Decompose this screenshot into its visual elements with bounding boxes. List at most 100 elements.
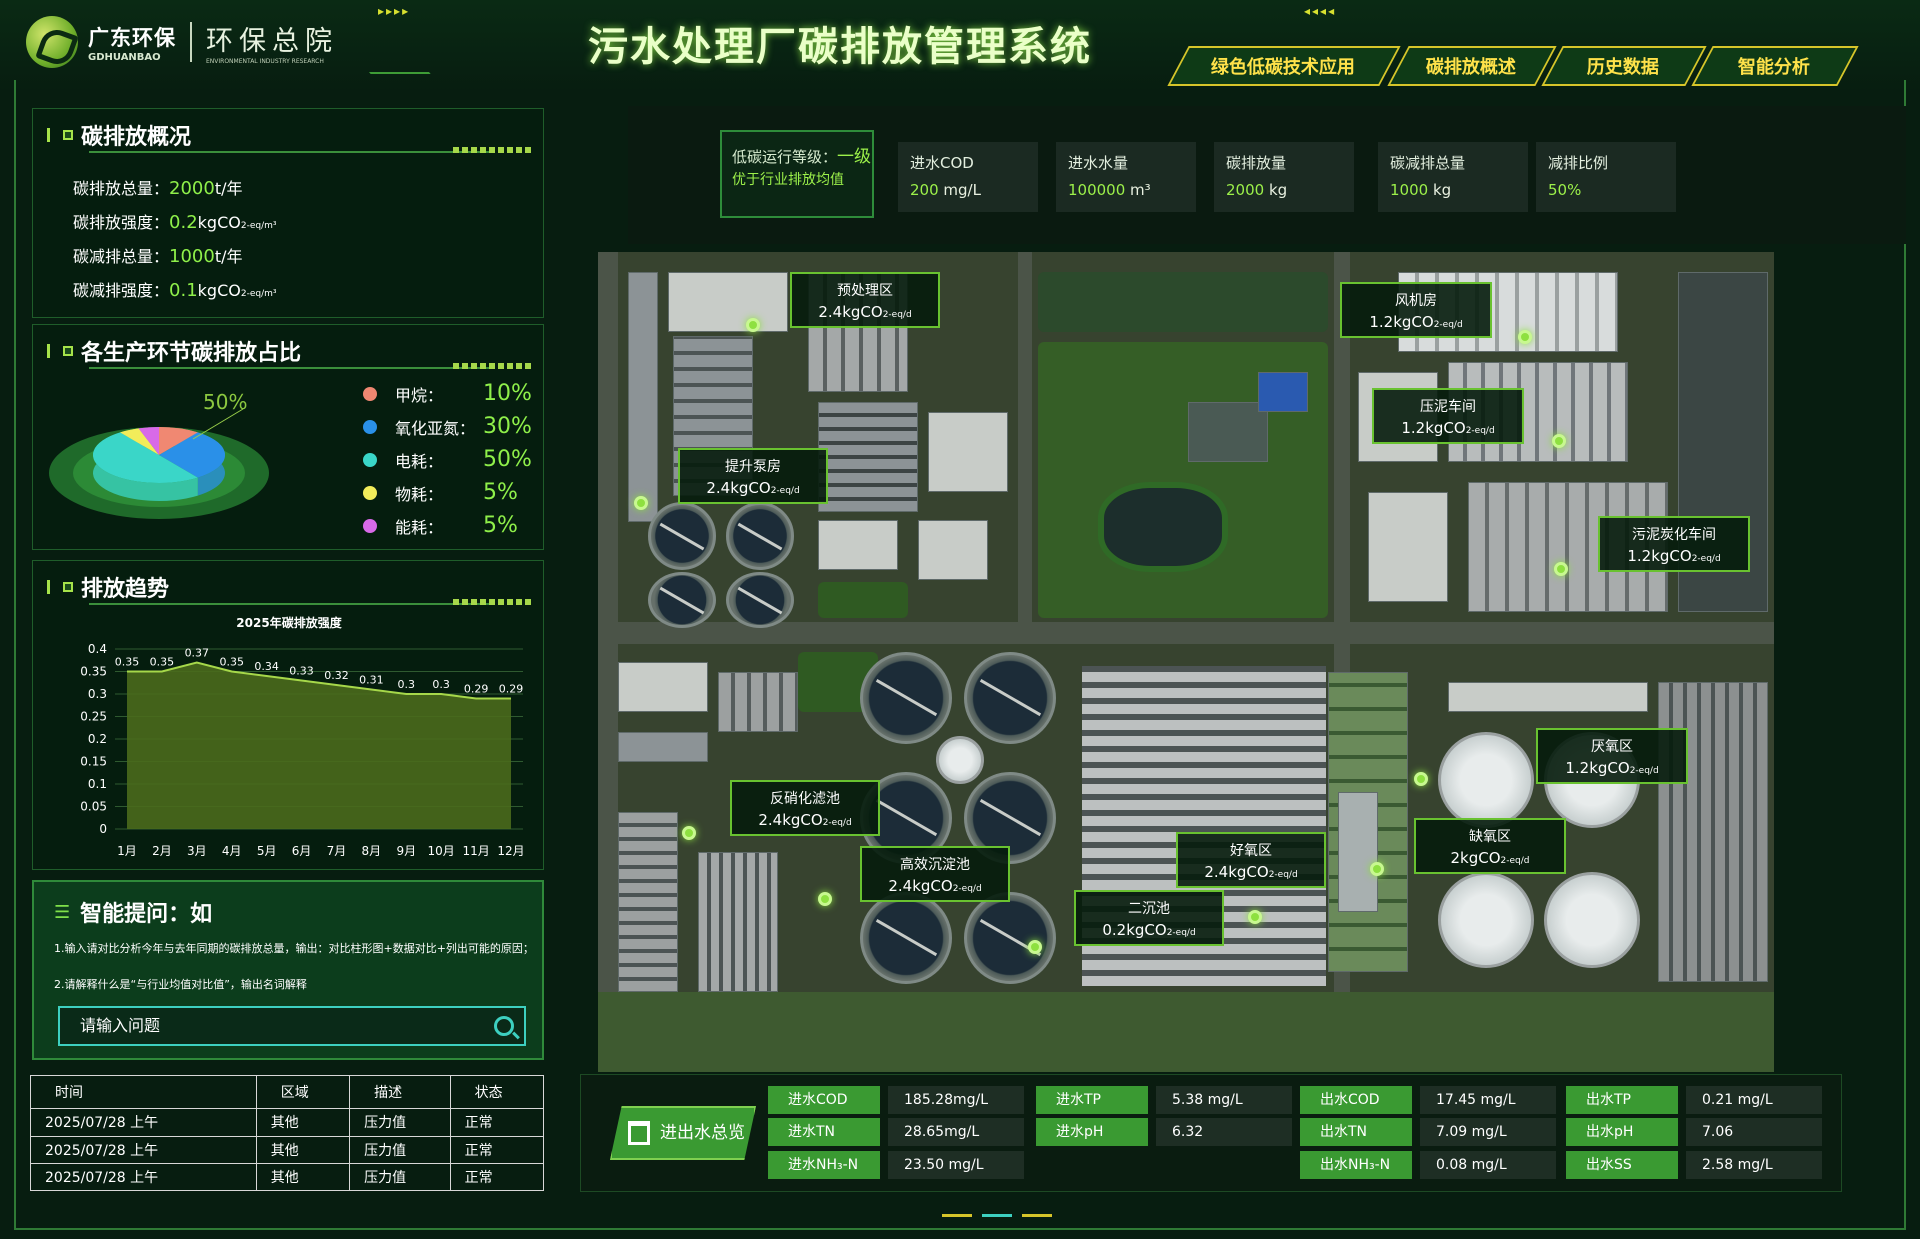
map-label-denitrification-filter[interactable]: 反硝化滤池 2.4kgCO2-eq/d [730, 780, 880, 836]
water-param-value: 28.65mg/L [888, 1118, 1024, 1146]
marker-aerobic[interactable] [1248, 910, 1262, 924]
share-title: 各生产环节碳排放占比 [81, 340, 302, 366]
map-label-pretreatment[interactable]: 预处理区 2.4kgCO2-eq/d [790, 272, 940, 328]
legend-item-methane: 甲烷： 10% [363, 381, 532, 406]
data-label: 0.3 [398, 678, 416, 691]
map-label-aerobic[interactable]: 好氧区 2.4kgCO2-eq/d [1176, 832, 1326, 888]
header: 广东环保 GDHUANBAO 环保总院 ENVIRONMENTAL INDUST… [0, 0, 1920, 92]
table-row[interactable]: 2025/07/28 上午 其他 压力值 正常 [30, 1135, 545, 1164]
water-overview-button[interactable]: 进出水总览 [610, 1106, 756, 1160]
logo-icon [26, 16, 78, 68]
data-label: 0.37 [185, 647, 210, 660]
map-label-sludge-carbonization[interactable]: 污泥炭化车间 1.2kgCO2-eq/d [1598, 516, 1750, 572]
data-label: 0.29 [499, 683, 524, 696]
search-icon[interactable] [494, 1016, 514, 1036]
pie-chart: 50% [49, 390, 269, 519]
gate-icon [628, 1121, 650, 1145]
trend-area [127, 662, 511, 829]
marker-secondary-clarifier[interactable] [1028, 940, 1042, 954]
trend-panel: 排放趋势 2025年碳排放强度 0 0.05 0.1 0.15 0.2 0.25 0.3 0.… [32, 560, 544, 870]
water-param-value: 5.38 mg/L [1156, 1086, 1292, 1114]
water-param-label: 出水pH [1566, 1118, 1678, 1146]
water-param-value: 7.09 mg/L [1420, 1118, 1556, 1146]
pie-label: 50% [203, 390, 247, 414]
kpi-reduction-ratio: 减排比例 50% [1536, 142, 1676, 212]
trend-chart: 2025年碳排放强度 0 0.05 0.1 0.15 0.2 0.25 0.3 0.35 0.4… [80, 615, 524, 858]
data-label: 0.33 [289, 665, 314, 678]
water-param-value: 17.45 mg/L [1420, 1086, 1556, 1114]
y-tick-label: 0 [99, 822, 107, 836]
marker-pretreatment[interactable] [746, 318, 760, 332]
marker-anoxic[interactable] [1370, 862, 1384, 876]
data-label: 0.3 [432, 678, 450, 691]
x-tick-label: 10月 [428, 844, 455, 858]
plant-aerial-map[interactable]: 预处理区 2.4kgCO2-eq/d 风机房 1.2kgCO2-eq/d 提升泵房 2… [598, 252, 1774, 1072]
chart-title: 2025年碳排放强度 [236, 615, 342, 630]
legend-item-energy: 能耗： 5% [363, 513, 518, 538]
kpi-reduction: 碳减排总量 1000 kg [1378, 142, 1528, 212]
map-label-anaerobic[interactable]: 厌氧区 1.2kgCO2-eq/d [1536, 728, 1688, 784]
y-tick-label: 0.4 [88, 642, 107, 656]
x-tick-label: 8月 [362, 844, 382, 858]
map-label-anoxic[interactable]: 缺氧区 2kgCO2-eq/d [1414, 818, 1566, 874]
kpi-emission: 碳排放量 2000 kg [1214, 142, 1354, 212]
kpi-inflow-volume: 进水水量 100000 m³ [1056, 142, 1196, 212]
water-param-label: 进水COD [768, 1086, 880, 1114]
water-param-value: 6.32 [1156, 1118, 1292, 1146]
x-tick-label: 2月 [152, 844, 172, 858]
x-tick-label: 5月 [257, 844, 277, 858]
trend-title: 排放趋势 [81, 576, 170, 602]
map-label-secondary-clarifier[interactable]: 二沉池 0.2kgCO2-eq/d [1074, 890, 1224, 946]
y-tick-label: 0.1 [88, 777, 107, 791]
ask-hint-1: 1.输入请对比分析今年与去年同期的碳排放总量，输出：对比柱形图+数据对比+列出可… [54, 942, 534, 955]
marker-denitrification-filter[interactable] [682, 826, 696, 840]
x-tick-label: 12月 [497, 844, 524, 858]
legend-item-n2o: 氧化亚氮： 30% [363, 414, 532, 439]
marker-sludge-press[interactable] [1552, 434, 1566, 448]
x-tick-label: 7月 [327, 844, 347, 858]
org-name-en: ENVIRONMENTAL INDUSTRY RESEARCH [206, 58, 324, 65]
marker-sludge-carbonization[interactable] [1554, 562, 1568, 576]
marker-high-efficiency-sedimentation[interactable] [818, 892, 832, 906]
kpi-inflow-cod: 进水COD 200 mg/L [898, 142, 1038, 212]
map-label-blower-room[interactable]: 风机房 1.2kgCO2-eq/d [1340, 282, 1492, 338]
overview-panel: 碳排放概况 碳排放总量：2000t/年 碳排放强度：0.2kgCO2-eq/m³… [32, 108, 544, 318]
deco-arrows-left: ▸▸▸▸ [378, 4, 411, 18]
x-tick-label: 4月 [222, 844, 242, 858]
data-label: 0.35 [115, 656, 140, 669]
y-tick-label: 0.15 [80, 755, 107, 769]
water-param-label: 出水TN [1300, 1118, 1412, 1146]
map-label-sludge-press[interactable]: 压泥车间 1.2kgCO2-eq/d [1372, 388, 1524, 444]
table-header: 时间 区域 描述 状态 [30, 1074, 545, 1110]
water-param-value: 185.28mg/L [888, 1086, 1024, 1114]
data-label: 0.32 [324, 669, 349, 682]
page-title: 污水处理厂碳排放管理系统 [588, 23, 1092, 70]
logo: 广东环保 GDHUANBAO 环保总院 ENVIRONMENTAL INDUST… [26, 16, 338, 68]
table-row[interactable]: 2025/07/28 上午 其他 压力值 正常 [30, 1108, 545, 1137]
marker-lift-pump[interactable] [634, 496, 648, 510]
x-tick-label: 3月 [187, 844, 207, 858]
overview-reduction-intensity: 碳减排强度：0.1kgCO2-eq/m³ [73, 280, 277, 301]
carbon-level-card: 低碳运行等级：一级 优于行业排放均值 [720, 130, 874, 218]
water-param-label: 进水NH₃-N [768, 1151, 880, 1179]
list-icon: ☰ [54, 901, 71, 923]
logo-name: 广东环保 [88, 25, 176, 50]
water-param-label: 出水SS [1566, 1151, 1678, 1179]
water-param-label: 进水TP [1036, 1086, 1148, 1114]
x-tick-label: 11月 [462, 844, 489, 858]
data-label: 0.35 [150, 656, 175, 669]
map-label-high-efficiency-sedimentation[interactable]: 高效沉淀池 2.4kgCO2-eq/d [860, 846, 1010, 902]
x-tick-label: 9月 [396, 844, 416, 858]
marker-anaerobic[interactable] [1414, 772, 1428, 786]
map-label-lift-pump[interactable]: 提升泵房 2.4kgCO2-eq/d [678, 448, 828, 504]
table-row[interactable]: 2025/07/28 上午 其他 压力值 正常 [30, 1162, 545, 1192]
y-tick-label: 0.3 [88, 687, 107, 701]
overview-total: 碳排放总量：2000t/年 [73, 178, 243, 199]
question-input[interactable]: 请输入问题 [58, 1006, 526, 1046]
legend-item-material: 物耗： 5% [363, 480, 518, 505]
water-param-label: 出水NH₃-N [1300, 1151, 1412, 1179]
y-tick-label: 0.05 [80, 800, 107, 814]
data-label: 0.29 [464, 683, 489, 696]
marker-blower-room[interactable] [1518, 330, 1532, 344]
water-param-value: 0.21 mg/L [1686, 1086, 1822, 1114]
